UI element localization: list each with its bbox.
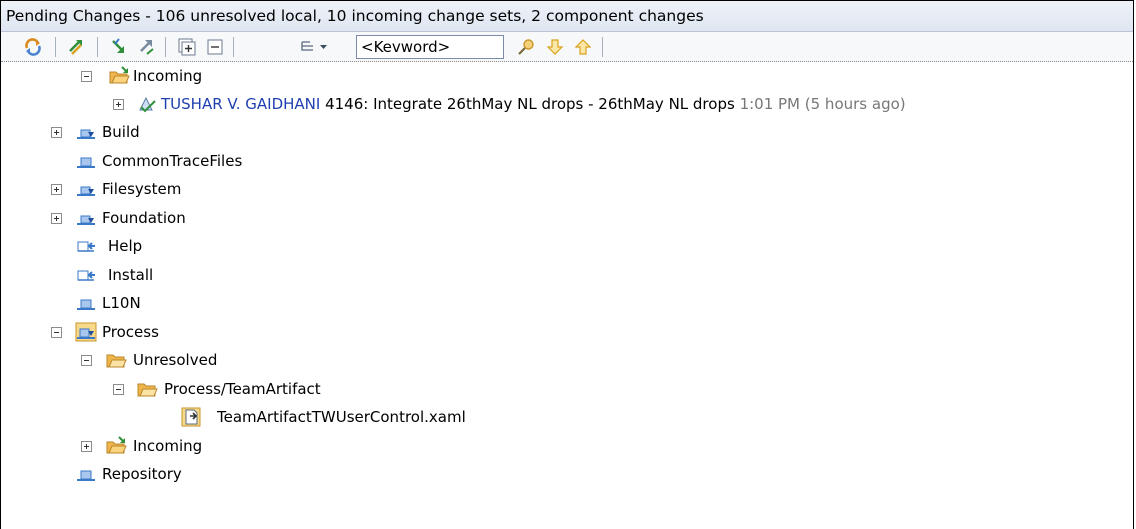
collapse-toggle[interactable] xyxy=(81,355,92,366)
tree-label: Filesystem xyxy=(102,180,182,198)
previous-up-arrow-icon[interactable] xyxy=(573,37,593,57)
tree-row-incoming-process[interactable]: Incoming xyxy=(1,433,1133,462)
tree-row-file[interactable]: TeamArtifactTWUserControl.xaml xyxy=(1,404,1133,433)
tree-label: Foundation xyxy=(102,209,186,227)
component-icon xyxy=(77,157,95,168)
tree-label: Build xyxy=(102,123,140,141)
view-title: Pending Changes - 106 unresolved local, … xyxy=(6,7,704,25)
changeset-timestamp: 1:01 PM (5 hours ago) xyxy=(739,95,906,113)
tree-label: Unresolved xyxy=(133,351,218,369)
tree-row-process-folder[interactable]: Process/TeamArtifact xyxy=(1,376,1133,405)
component-icon xyxy=(77,299,95,310)
expand-toggle[interactable] xyxy=(51,213,62,224)
tree-row-incoming[interactable]: Incoming xyxy=(1,63,1133,92)
tree-row-l10n[interactable]: L10N xyxy=(1,290,1133,319)
toolbar-separator xyxy=(602,37,603,57)
tree-row-process[interactable]: Process xyxy=(1,319,1133,348)
changeset-description: 4146: Integrate 26thMay NL drops - 26thM… xyxy=(325,95,735,113)
tree-row-install[interactable]: Install xyxy=(1,262,1133,291)
tree-row-unresolved[interactable]: Unresolved xyxy=(1,347,1133,376)
accept-icon[interactable] xyxy=(109,37,129,57)
tree-label: Repository xyxy=(102,465,182,483)
tree-row-changeset[interactable]: TUSHAR V. GAIDHANI 4146: Integrate 26thM… xyxy=(1,91,1133,120)
next-down-arrow-icon[interactable] xyxy=(545,37,565,57)
expand-toggle[interactable] xyxy=(51,184,62,195)
collapse-toggle[interactable] xyxy=(51,327,62,338)
collapse-toggle[interactable] xyxy=(113,384,124,395)
search-icon[interactable] xyxy=(516,37,536,57)
incoming-folder-icon xyxy=(109,66,130,84)
tree-label: Install xyxy=(108,266,154,284)
expand-toggle[interactable] xyxy=(51,127,62,138)
toolbar xyxy=(1,32,1133,62)
tree-row-help[interactable]: Help xyxy=(1,233,1133,262)
unresolved-folder-icon xyxy=(106,354,127,368)
toolbar-separator xyxy=(233,37,234,57)
deliver-icon[interactable] xyxy=(137,37,157,57)
tree-row-filesystem[interactable]: Filesystem xyxy=(1,176,1133,205)
toolbar-separator xyxy=(97,37,98,57)
incoming-folder-icon xyxy=(106,436,127,454)
tree-row-commontracefiles[interactable]: CommonTraceFiles xyxy=(1,148,1133,177)
tree-label: Incoming xyxy=(133,437,203,455)
change-set-icon xyxy=(139,96,156,113)
pending-changes-tree: Incoming TUSHAR V. GAIDHANI 4146: Integr… xyxy=(1,63,1133,529)
tree-label: Process xyxy=(102,323,159,341)
component-outgoing-icon xyxy=(77,270,95,281)
tree-label: L10N xyxy=(102,294,141,312)
tree-label: TeamArtifactTWUserControl.xaml xyxy=(217,408,466,426)
pending-changes-view: Pending Changes - 106 unresolved local, … xyxy=(0,0,1134,529)
view-title-bar: Pending Changes - 106 unresolved local, … xyxy=(1,1,1133,32)
refresh-icon[interactable] xyxy=(23,37,43,57)
toolbar-separator xyxy=(165,37,166,57)
component-incoming-icon xyxy=(77,186,95,196)
component-icon xyxy=(77,470,95,481)
filter-menu-icon[interactable] xyxy=(299,37,341,57)
file-change-icon xyxy=(181,407,201,427)
collapse-toggle[interactable] xyxy=(81,71,92,82)
keyword-filter-input[interactable] xyxy=(356,35,504,59)
tree-label: CommonTraceFiles xyxy=(102,152,243,170)
tree-row-repository[interactable]: Repository xyxy=(1,461,1133,490)
tree-row-foundation[interactable]: Foundation xyxy=(1,205,1133,234)
collapse-all-icon[interactable] xyxy=(205,37,225,57)
toolbar-separator xyxy=(55,37,56,57)
folder-open-icon xyxy=(137,383,158,397)
expand-toggle[interactable] xyxy=(113,99,124,110)
component-outgoing-icon xyxy=(77,241,95,252)
component-conflict-icon xyxy=(75,322,97,342)
changeset-author: TUSHAR V. GAIDHANI xyxy=(161,95,321,113)
expand-toggle[interactable] xyxy=(81,441,92,452)
tree-label: Process/TeamArtifact xyxy=(164,380,321,398)
expand-all-icon[interactable] xyxy=(177,37,197,57)
check-in-icon[interactable] xyxy=(67,37,87,57)
component-incoming-icon xyxy=(77,129,95,139)
tree-label: Help xyxy=(108,237,143,255)
tree-label: Incoming xyxy=(133,67,203,85)
component-incoming-icon xyxy=(77,215,95,225)
tree-row-build[interactable]: Build xyxy=(1,119,1133,148)
